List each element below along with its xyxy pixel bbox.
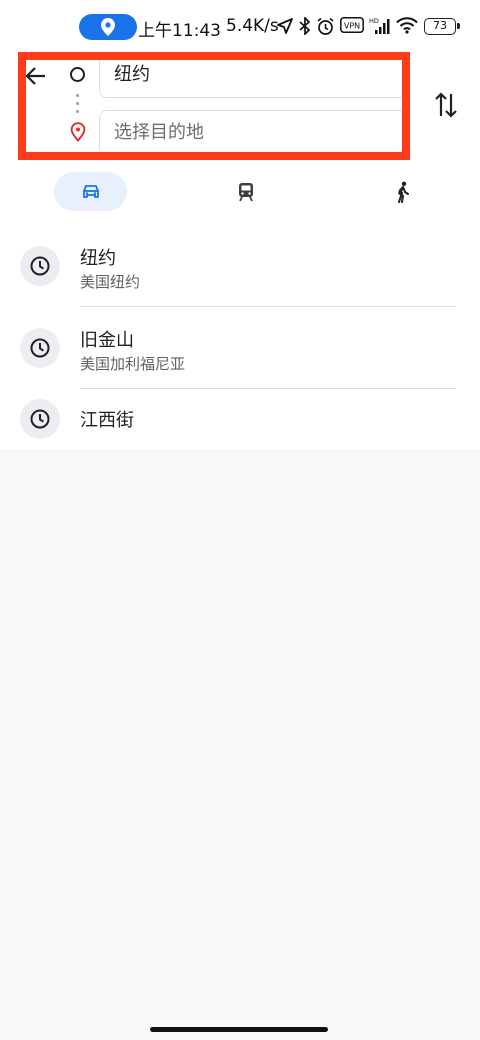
alarm-icon [317, 17, 334, 35]
history-clock-icon [20, 328, 60, 368]
vpn-icon: VPN [340, 17, 364, 33]
tab-transit[interactable] [221, 172, 271, 211]
battery-icon: 73 [424, 18, 460, 35]
directions-screen: 上午11:43 5.4K/s VPN HD 73 纽约 选择目的地 纽约 美国纽… [0, 0, 480, 1040]
directions-header: 纽约 选择目的地 [0, 52, 480, 228]
route-dots-icon [76, 94, 79, 116]
destination-input[interactable]: 选择目的地 [99, 110, 409, 156]
history-item-new-york[interactable]: 纽约 美国纽约 [0, 228, 480, 310]
history-title: 江西街 [80, 410, 134, 431]
history-item-jiangxi-street[interactable]: 江西街 [0, 392, 480, 449]
status-time: 上午11:43 [138, 21, 221, 41]
back-arrow-icon[interactable] [24, 64, 48, 88]
tab-driving[interactable] [54, 172, 127, 211]
navigation-arrow-icon [277, 18, 293, 34]
train-icon [239, 182, 253, 201]
divider [80, 388, 456, 389]
history-list: 纽约 美国纽约 旧金山 美国加利福尼亚 江西街 [0, 228, 480, 449]
vpn-label: VPN [344, 22, 360, 31]
walk-icon [398, 181, 409, 203]
history-subtitle: 美国加利福尼亚 [80, 355, 186, 373]
history-item-san-francisco[interactable]: 旧金山 美国加利福尼亚 [0, 310, 480, 392]
car-icon [82, 184, 99, 198]
history-clock-icon [20, 399, 60, 439]
origin-input[interactable]: 纽约 [99, 52, 409, 98]
signal-icon: HD [369, 17, 390, 34]
history-title: 旧金山 [80, 330, 134, 351]
home-indicator[interactable] [150, 1027, 328, 1032]
swap-icon[interactable] [433, 90, 459, 120]
tab-walking[interactable] [378, 172, 428, 211]
wifi-icon [396, 17, 418, 34]
history-title: 纽约 [80, 248, 116, 269]
status-bar: 上午11:43 5.4K/s VPN HD 73 [0, 0, 480, 52]
route-inputs: 纽约 选择目的地 [0, 52, 480, 162]
destination-pin-icon [70, 122, 86, 142]
bluetooth-icon [299, 17, 311, 35]
origin-circle-icon [70, 67, 85, 82]
divider [80, 306, 456, 307]
history-clock-icon [20, 246, 60, 286]
hd-label: HD [369, 17, 379, 25]
location-pill-icon[interactable] [79, 14, 137, 40]
history-subtitle: 美国纽约 [80, 273, 141, 291]
network-speed: 5.4K/s [226, 16, 279, 36]
